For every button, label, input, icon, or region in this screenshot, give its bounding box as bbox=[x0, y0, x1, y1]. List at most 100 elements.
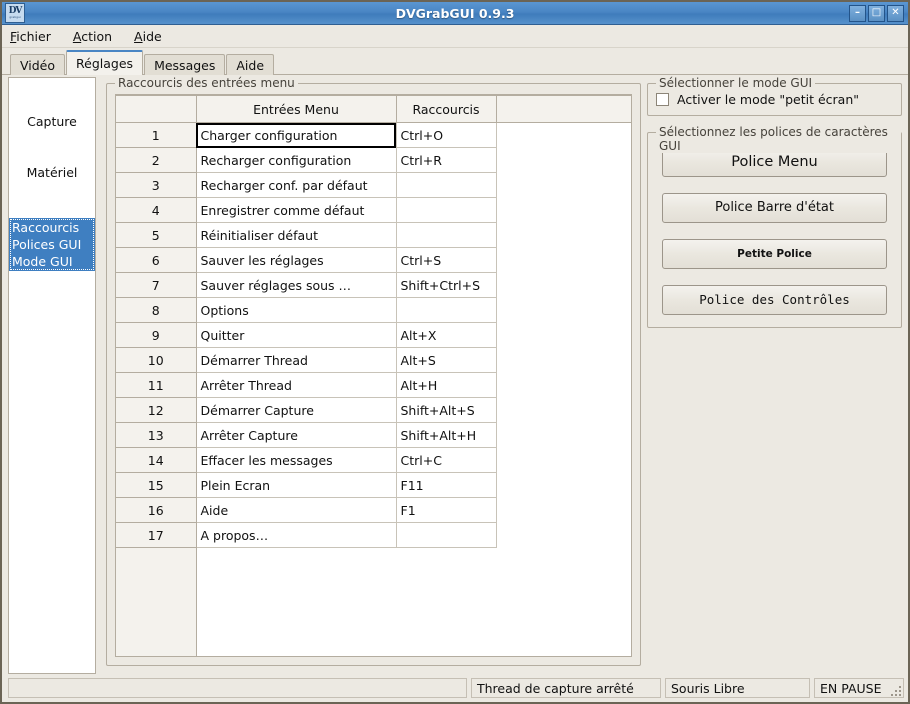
shortcut-cell[interactable]: Ctrl+C bbox=[396, 448, 496, 473]
category-raccourcis[interactable]: Raccourcis bbox=[11, 219, 93, 236]
category-capture[interactable]: Capture bbox=[9, 110, 95, 133]
tab-video[interactable]: Vidéo bbox=[10, 54, 65, 75]
table-row[interactable]: 11Arrêter ThreadAlt+H bbox=[116, 373, 631, 398]
table-row[interactable]: 5Réinitialiser défaut bbox=[116, 223, 631, 248]
column-header-raccourcis[interactable]: Raccourcis bbox=[396, 96, 496, 123]
menu-entry-cell[interactable]: Réinitialiser défaut bbox=[196, 223, 396, 248]
row-number-cell[interactable]: 16 bbox=[116, 498, 196, 523]
table-row[interactable]: 2Recharger configurationCtrl+R bbox=[116, 148, 631, 173]
title-bar: DV grabgui DVGrabGUI 0.9.3 – □ ✕ bbox=[2, 2, 908, 25]
close-icon[interactable]: ✕ bbox=[887, 5, 904, 22]
row-number-cell[interactable]: 10 bbox=[116, 348, 196, 373]
shortcut-cell[interactable]: Alt+H bbox=[396, 373, 496, 398]
table-row[interactable]: 6Sauver les réglagesCtrl+S bbox=[116, 248, 631, 273]
menu-entry-cell[interactable]: Démarrer Thread bbox=[196, 348, 396, 373]
menu-entry-cell[interactable]: Aide bbox=[196, 498, 396, 523]
status-capture-state: EN PAUSE bbox=[814, 678, 904, 698]
table-row[interactable]: 9QuitterAlt+X bbox=[116, 323, 631, 348]
maximize-icon[interactable]: □ bbox=[868, 5, 885, 22]
table-row[interactable]: 13Arrêter CaptureShift+Alt+H bbox=[116, 423, 631, 448]
row-number-cell[interactable]: 1 bbox=[116, 123, 196, 148]
spacer bbox=[9, 133, 95, 161]
menu-entry-cell[interactable]: Recharger configuration bbox=[196, 148, 396, 173]
menu-entry-cell[interactable]: A propos… bbox=[196, 523, 396, 548]
table-row[interactable]: 16AideF1 bbox=[116, 498, 631, 523]
category-polices-gui[interactable]: Polices GUI bbox=[11, 236, 93, 253]
menu-entry-cell[interactable]: Arrêter Capture bbox=[196, 423, 396, 448]
row-number-cell[interactable]: 5 bbox=[116, 223, 196, 248]
shortcut-cell[interactable]: F11 bbox=[396, 473, 496, 498]
shortcuts-table[interactable]: Entrées Menu Raccourcis 1Charger configu… bbox=[116, 95, 631, 548]
menu-entry-cell[interactable]: Charger configuration bbox=[196, 123, 396, 148]
table-row[interactable]: 7Sauver réglages sous …Shift+Ctrl+S bbox=[116, 273, 631, 298]
category-mode-gui[interactable]: Mode GUI bbox=[11, 253, 93, 270]
shortcut-cell[interactable] bbox=[396, 298, 496, 323]
shortcut-cell[interactable]: Alt+S bbox=[396, 348, 496, 373]
table-row[interactable]: 4Enregistrer comme défaut bbox=[116, 198, 631, 223]
shortcut-cell[interactable]: Ctrl+O bbox=[396, 123, 496, 148]
table-row[interactable]: 14Effacer les messagesCtrl+C bbox=[116, 448, 631, 473]
tab-reglages[interactable]: Réglages bbox=[66, 50, 143, 75]
row-number-cell[interactable]: 4 bbox=[116, 198, 196, 223]
shortcut-cell[interactable]: Alt+X bbox=[396, 323, 496, 348]
shortcut-cell[interactable] bbox=[396, 223, 496, 248]
minimize-icon[interactable]: – bbox=[849, 5, 866, 22]
menu-entry-cell[interactable]: Sauver réglages sous … bbox=[196, 273, 396, 298]
row-number-cell[interactable]: 6 bbox=[116, 248, 196, 273]
shortcut-cell[interactable] bbox=[396, 198, 496, 223]
row-number-cell[interactable]: 7 bbox=[116, 273, 196, 298]
menu-entry-cell[interactable]: Effacer les messages bbox=[196, 448, 396, 473]
police-barre-detat-button[interactable]: Police Barre d'état bbox=[662, 193, 887, 223]
menu-entry-cell[interactable]: Recharger conf. par défaut bbox=[196, 173, 396, 198]
checkbox-icon[interactable] bbox=[656, 93, 669, 106]
table-row[interactable]: 15Plein EcranF11 bbox=[116, 473, 631, 498]
column-header-entrees-menu[interactable]: Entrées Menu bbox=[196, 96, 396, 123]
police-des-controles-button[interactable]: Police des Contrôles bbox=[662, 285, 887, 315]
small-screen-mode-row[interactable]: Activer le mode "petit écran" bbox=[656, 92, 893, 107]
row-number-cell[interactable]: 13 bbox=[116, 423, 196, 448]
table-row[interactable]: 10Démarrer ThreadAlt+S bbox=[116, 348, 631, 373]
shortcut-cell[interactable]: Shift+Alt+H bbox=[396, 423, 496, 448]
row-number-cell[interactable]: 15 bbox=[116, 473, 196, 498]
row-number-cell[interactable]: 9 bbox=[116, 323, 196, 348]
column-header-rownum[interactable] bbox=[116, 96, 196, 123]
table-row[interactable]: 3Recharger conf. par défaut bbox=[116, 173, 631, 198]
resize-grip-icon[interactable] bbox=[891, 686, 901, 696]
table-row[interactable]: 1Charger configurationCtrl+O bbox=[116, 123, 631, 148]
table-row[interactable]: 17A propos… bbox=[116, 523, 631, 548]
small-screen-mode-label: Activer le mode "petit écran" bbox=[677, 92, 859, 107]
menu-aide[interactable]: Aide bbox=[134, 27, 172, 46]
tab-aide[interactable]: Aide bbox=[226, 54, 274, 75]
category-materiel[interactable]: Matériel bbox=[9, 161, 95, 184]
shortcut-cell[interactable] bbox=[396, 523, 496, 548]
menu-entry-cell[interactable]: Arrêter Thread bbox=[196, 373, 396, 398]
settings-category-list[interactable]: Capture Matériel Raccourcis Polices GUI … bbox=[8, 77, 96, 674]
tab-messages[interactable]: Messages bbox=[144, 54, 225, 75]
shortcut-cell[interactable]: F1 bbox=[396, 498, 496, 523]
shortcut-cell[interactable]: Shift+Alt+S bbox=[396, 398, 496, 423]
row-number-cell[interactable]: 11 bbox=[116, 373, 196, 398]
row-number-cell[interactable]: 14 bbox=[116, 448, 196, 473]
menu-entry-cell[interactable]: Enregistrer comme défaut bbox=[196, 198, 396, 223]
table-row[interactable]: 12Démarrer CaptureShift+Alt+S bbox=[116, 398, 631, 423]
shortcuts-table-container[interactable]: Entrées Menu Raccourcis 1Charger configu… bbox=[115, 94, 632, 657]
row-number-cell[interactable]: 3 bbox=[116, 173, 196, 198]
menu-action[interactable]: Action bbox=[73, 27, 122, 46]
menu-entry-cell[interactable]: Démarrer Capture bbox=[196, 398, 396, 423]
menu-fichier[interactable]: Fichier bbox=[10, 27, 61, 46]
row-number-cell[interactable]: 8 bbox=[116, 298, 196, 323]
row-number-cell[interactable]: 12 bbox=[116, 398, 196, 423]
row-number-cell[interactable]: 17 bbox=[116, 523, 196, 548]
shortcut-cell[interactable]: Ctrl+S bbox=[396, 248, 496, 273]
row-number-cell[interactable]: 2 bbox=[116, 148, 196, 173]
shortcut-cell[interactable]: Ctrl+R bbox=[396, 148, 496, 173]
category-selected-group[interactable]: Raccourcis Polices GUI Mode GUI bbox=[9, 218, 95, 271]
petite-police-button[interactable]: Petite Police bbox=[662, 239, 887, 269]
shortcut-cell[interactable] bbox=[396, 173, 496, 198]
menu-entry-cell[interactable]: Quitter bbox=[196, 323, 396, 348]
table-row[interactable]: 8Options bbox=[116, 298, 631, 323]
menu-entry-cell[interactable]: Options bbox=[196, 298, 396, 323]
shortcut-cell[interactable]: Shift+Ctrl+S bbox=[396, 273, 496, 298]
menu-entry-cell[interactable]: Plein Ecran bbox=[196, 473, 396, 498]
menu-entry-cell[interactable]: Sauver les réglages bbox=[196, 248, 396, 273]
